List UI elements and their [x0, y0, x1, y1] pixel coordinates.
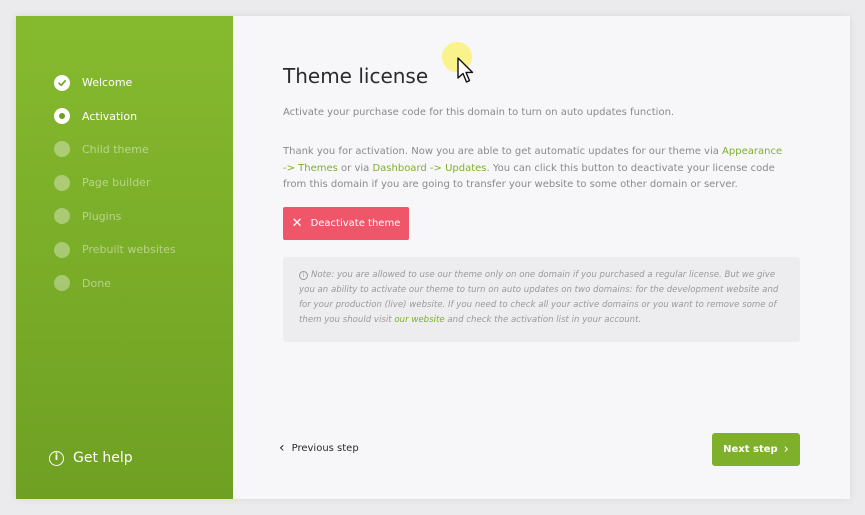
step-child-theme[interactable]: Child theme — [54, 133, 176, 166]
step-done[interactable]: Done — [54, 266, 176, 299]
page-subtitle: Activate your purchase code for this dom… — [283, 107, 675, 118]
note-text: and check the activation list in your ac… — [444, 315, 642, 325]
page-title: Theme license — [283, 64, 429, 88]
pending-dot-icon — [54, 275, 70, 292]
next-step-label: Next step — [723, 444, 778, 455]
pending-dot-icon — [54, 141, 70, 158]
step-plugins[interactable]: Plugins — [54, 200, 176, 233]
wizard-sidebar: Welcome Activation Child theme Page buil… — [16, 16, 233, 499]
deactivate-theme-button[interactable]: ✕ Deactivate theme — [283, 207, 409, 240]
step-label: Activation — [82, 109, 138, 123]
setup-wizard-window: Welcome Activation Child theme Page buil… — [16, 16, 850, 499]
step-label: Prebuilt websites — [82, 243, 176, 257]
wizard-steps: Welcome Activation Child theme Page buil… — [54, 66, 176, 300]
license-note: i Note: you are allowed to use our theme … — [283, 257, 800, 342]
previous-step-button[interactable]: ‹ Previous step — [279, 441, 359, 455]
deactivate-label: Deactivate theme — [310, 218, 401, 229]
next-step-button[interactable]: Next step › — [712, 433, 800, 466]
step-page-builder[interactable]: Page builder — [54, 166, 176, 199]
chevron-right-icon: › — [783, 442, 789, 457]
pending-dot-icon — [54, 174, 70, 191]
step-activation[interactable]: Activation — [54, 99, 176, 132]
step-label: Page builder — [82, 176, 151, 190]
get-help-label: Get help — [73, 450, 133, 466]
mouse-pointer-icon — [457, 57, 474, 83]
message-text: or via — [337, 162, 373, 174]
active-dot-icon — [54, 108, 70, 125]
pending-dot-icon — [54, 208, 70, 225]
step-label: Plugins — [82, 209, 122, 223]
step-prebuilt-websites[interactable]: Prebuilt websites — [54, 233, 176, 266]
activation-message: Thank you for activation. Now you are ab… — [283, 144, 783, 194]
step-welcome[interactable]: Welcome — [54, 66, 176, 99]
pending-dot-icon — [54, 241, 70, 258]
step-label: Child theme — [82, 142, 149, 156]
dashboard-updates-link[interactable]: Dashboard -> Updates — [372, 163, 486, 174]
previous-step-label: Previous step — [291, 442, 359, 454]
info-circle-icon: i — [299, 271, 308, 280]
chevron-left-icon: ‹ — [279, 440, 285, 456]
info-circle-icon: i — [49, 450, 64, 466]
wizard-content: Theme license Activate your purchase cod… — [233, 16, 850, 499]
checkmark-icon — [54, 74, 70, 91]
message-text: Thank you for activation. Now you are ab… — [283, 146, 723, 157]
our-website-link[interactable]: our website — [394, 315, 444, 325]
close-icon: ✕ — [291, 216, 303, 231]
step-label: Welcome — [82, 76, 133, 90]
get-help-link[interactable]: i Get help — [49, 450, 133, 466]
step-label: Done — [82, 276, 111, 290]
